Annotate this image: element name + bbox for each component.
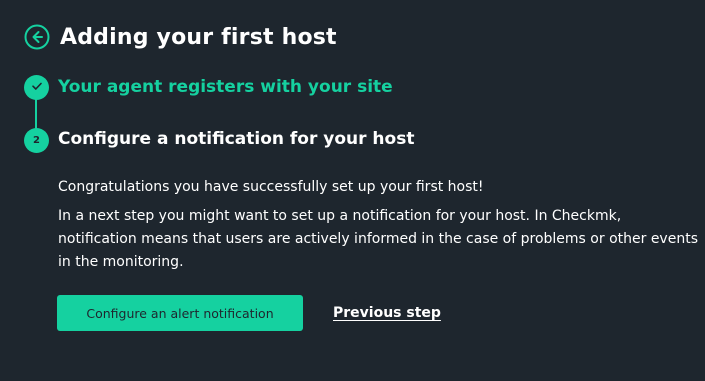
arrow-left-circle-icon[interactable] bbox=[24, 24, 50, 50]
step-2-title: Configure a notification for your host bbox=[58, 129, 415, 149]
page-title: Adding your first host bbox=[60, 24, 337, 50]
step-connector-line bbox=[35, 97, 37, 130]
checkmark-icon bbox=[31, 80, 43, 95]
previous-step-link[interactable]: Previous step bbox=[333, 305, 441, 321]
congratulations-text: Congratulations you have successfully se… bbox=[58, 179, 484, 195]
step-1-marker bbox=[24, 75, 49, 100]
step-2-number: 2 bbox=[33, 135, 40, 146]
step-2-marker: 2 bbox=[24, 128, 49, 153]
onboarding-panel: Adding your first host Your agent regist… bbox=[0, 0, 705, 381]
next-step-description: In a next step you might want to set up … bbox=[58, 208, 698, 270]
header: Adding your first host bbox=[24, 24, 337, 50]
configure-alert-notification-button[interactable]: Configure an alert notification bbox=[57, 295, 303, 331]
step-2-content: Congratulations you have successfully se… bbox=[58, 176, 698, 280]
step-1-title: Your agent registers with your site bbox=[58, 77, 393, 97]
step-actions: Configure an alert notification Previous… bbox=[57, 295, 441, 331]
